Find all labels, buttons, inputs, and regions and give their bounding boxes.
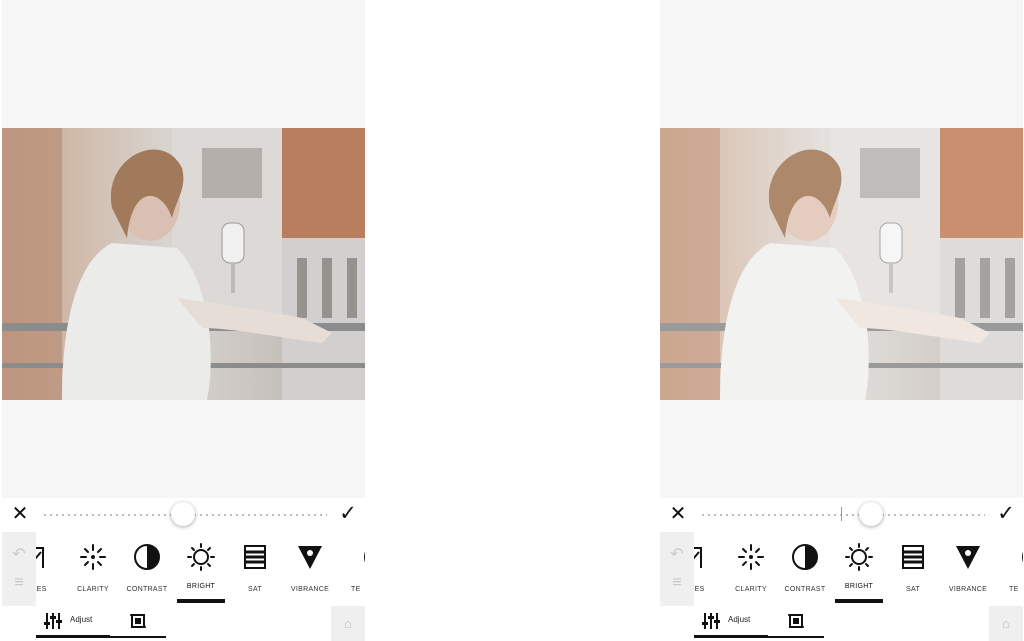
crop-frame-icon[interactable]	[130, 613, 146, 629]
bottom-bar: Adjust ⌂	[660, 606, 1023, 641]
contrast-icon	[792, 544, 818, 570]
tool-sat[interactable]: SAT	[885, 538, 941, 598]
adjust-tab-indicator	[36, 635, 110, 638]
confirm-check-icon[interactable]: ✓	[995, 503, 1017, 525]
editor-screen-right: ✕ ✓ IVES CLARITY CONTRAST BRIGHT SAT VIB…	[660, 0, 1023, 641]
home-icon[interactable]: ⌂	[989, 606, 1023, 641]
tool-temperature[interactable]: TE	[337, 538, 365, 598]
tool-sat[interactable]: SAT	[227, 538, 283, 598]
saturation-icon	[902, 545, 924, 569]
tool-label: CONTRAST	[126, 586, 168, 593]
active-tool-indicator	[177, 599, 225, 603]
tool-label: CONTRAST	[784, 586, 826, 593]
adjust-sliders-icon[interactable]	[702, 612, 720, 630]
tool-label: VIBRANCE	[948, 586, 988, 593]
tool-clarity[interactable]: CLARITY	[723, 538, 779, 598]
adjustment-slider-row: ✕ ✓	[660, 498, 1023, 532]
tool-label: SAT	[248, 586, 262, 593]
clarity-icon	[80, 544, 106, 570]
photo-preview	[660, 128, 1023, 400]
tool-label: TE	[351, 586, 361, 593]
tool-temperature[interactable]: TE	[995, 538, 1023, 598]
tool-label: BRIGHT	[186, 583, 216, 590]
editor-screen-left: ✕ ✓ IVES CLARITY CONTRAST BRIGHT SAT VIB…	[2, 0, 365, 641]
brightness-icon	[187, 543, 215, 571]
tool-label: TE	[1009, 586, 1019, 593]
active-tool-indicator	[835, 599, 883, 603]
tool-vibrance[interactable]: VIBRANCE	[940, 538, 996, 598]
saturation-icon	[244, 545, 266, 569]
menu-lines-icon[interactable]: ≡	[10, 574, 28, 592]
slider-center-tick	[841, 507, 842, 521]
brightness-icon	[845, 543, 873, 571]
adjust-sliders-icon[interactable]	[44, 612, 62, 630]
close-icon[interactable]: ✕	[10, 504, 30, 524]
temperature-icon	[1022, 551, 1023, 563]
bottom-bar: Adjust ⌂	[2, 606, 365, 641]
tool-contrast[interactable]: CONTRAST	[777, 538, 833, 598]
tool-strip: IVES CLARITY CONTRAST BRIGHT SAT VIBRANC…	[2, 532, 365, 606]
clarity-icon	[738, 544, 764, 570]
tool-vibrance[interactable]: VIBRANCE	[282, 538, 338, 598]
slider-knob[interactable]	[171, 502, 195, 526]
slider-knob[interactable]	[859, 502, 883, 526]
menu-lines-icon[interactable]: ≡	[668, 574, 686, 592]
brightness-slider-track[interactable]	[700, 514, 985, 516]
home-icon[interactable]: ⌂	[331, 606, 365, 641]
vibrance-icon	[956, 546, 980, 569]
adjust-label[interactable]: Adjust	[728, 615, 750, 624]
contrast-icon	[134, 544, 160, 570]
tool-bright[interactable]: BRIGHT	[831, 538, 887, 598]
tool-label: VIBRANCE	[290, 586, 330, 593]
close-icon[interactable]: ✕	[668, 504, 688, 524]
adjustment-slider-row: ✕ ✓	[2, 498, 365, 532]
tool-label: CLARITY	[77, 586, 109, 593]
photo-preview	[2, 128, 365, 400]
tool-contrast[interactable]: CONTRAST	[119, 538, 175, 598]
tool-clarity[interactable]: CLARITY	[65, 538, 121, 598]
tool-strip: IVES CLARITY CONTRAST BRIGHT SAT VIBRANC…	[660, 532, 1023, 606]
crop-tab-indicator	[768, 636, 824, 638]
tool-bright[interactable]: BRIGHT	[173, 538, 229, 598]
adjust-label[interactable]: Adjust	[70, 615, 92, 624]
tool-label: CLARITY	[735, 586, 767, 593]
adjust-tab-indicator	[694, 635, 768, 638]
undo-icon[interactable]: ↶	[668, 546, 686, 564]
crop-tab-indicator	[110, 636, 166, 638]
tool-label: BRIGHT	[844, 583, 874, 590]
undo-icon[interactable]: ↶	[10, 546, 28, 564]
crop-frame-icon[interactable]	[788, 613, 804, 629]
temperature-icon	[364, 551, 365, 563]
tool-label: SAT	[906, 586, 920, 593]
vibrance-icon	[298, 546, 322, 569]
confirm-check-icon[interactable]: ✓	[337, 503, 359, 525]
